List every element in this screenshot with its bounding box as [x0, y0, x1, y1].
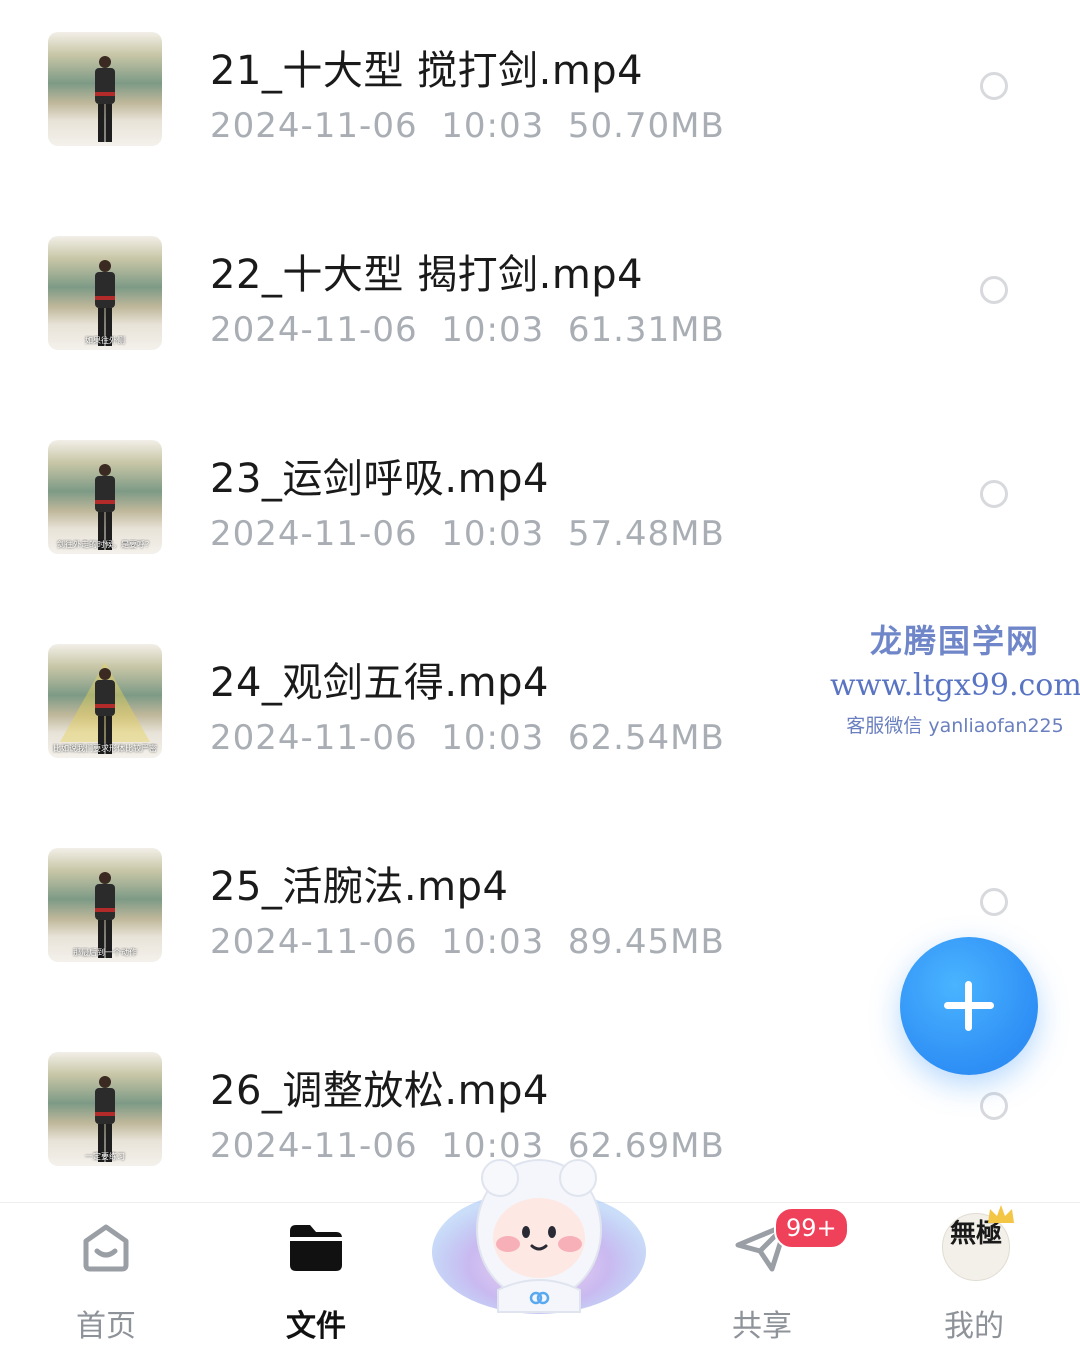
- thumbnail-figure: [95, 1076, 115, 1162]
- avatar-calligraphy: 無極: [949, 1219, 1002, 1249]
- file-meta: 2024-11-06 10:03 62.54MB: [210, 718, 725, 758]
- video-thumbnail: 比如说我们要求形体比较严密: [48, 644, 162, 758]
- file-date: 2024-11-06: [210, 310, 418, 350]
- nav-home[interactable]: 首页: [36, 1203, 176, 1365]
- file-date: 2024-11-06: [210, 106, 418, 146]
- file-size: 61.31MB: [567, 310, 725, 350]
- nav-files[interactable]: 文件: [246, 1203, 386, 1365]
- file-meta: 2024-11-06 10:03 89.45MB: [210, 922, 725, 962]
- file-date: 2024-11-06: [210, 1126, 418, 1166]
- file-time: 10:03: [441, 922, 545, 962]
- crown-icon: [988, 1205, 1014, 1223]
- thumbnail-figure: [95, 668, 115, 754]
- file-size: 89.45MB: [567, 922, 725, 962]
- file-name: 22_十大型 揭打剑.mp4: [210, 252, 644, 298]
- file-meta: 2024-11-06 10:03 57.48MB: [210, 514, 725, 554]
- file-time: 10:03: [441, 310, 545, 350]
- file-meta: 2024-11-06 10:03 61.31MB: [210, 310, 725, 350]
- select-radio[interactable]: [980, 276, 1008, 304]
- file-time: 10:03: [441, 718, 545, 758]
- add-button[interactable]: [900, 937, 1038, 1075]
- file-name: 26_调整放松.mp4: [210, 1068, 549, 1114]
- file-name: 21_十大型 搅打剑.mp4: [210, 48, 644, 94]
- nav-share-label: 共享: [732, 1309, 792, 1344]
- nav-mine-label: 我的: [944, 1309, 1004, 1344]
- folder-icon: [290, 1225, 342, 1271]
- video-thumbnail: 那最后到一个动作: [48, 848, 162, 962]
- nav-files-label: 文件: [286, 1309, 346, 1344]
- file-row[interactable]: 21_十大型 搅打剑.mp4 2024-11-06 10:03 50.70MB: [0, 32, 1080, 192]
- nav-share[interactable]: 99+ 共享: [692, 1203, 849, 1365]
- thumbnail-figure: [95, 260, 115, 346]
- file-name: 25_活腕法.mp4: [210, 864, 509, 910]
- thumbnail-caption: 那最后到一个动作: [73, 948, 137, 957]
- select-radio[interactable]: [980, 480, 1008, 508]
- thumbnail-caption: 比如说我们要求形体比较严密: [53, 744, 157, 753]
- file-name: 24_观剑五得.mp4: [210, 660, 549, 706]
- file-size: 62.54MB: [567, 718, 725, 758]
- file-row[interactable]: 如果往外侧 22_十大型 揭打剑.mp4 2024-11-06 10:03 61…: [0, 236, 1080, 396]
- thumbnail-caption: 剑往外走的时候，是要呼？: [57, 540, 153, 549]
- select-radio[interactable]: [980, 888, 1008, 916]
- file-row[interactable]: 剑往外走的时候，是要呼？ 23_运剑呼吸.mp4 2024-11-06 10:0…: [0, 440, 1080, 600]
- watermark-contact: 客服微信 yanliaofan225: [846, 715, 1064, 737]
- file-meta: 2024-11-06 10:03 50.70MB: [210, 106, 725, 146]
- file-size: 57.48MB: [567, 514, 725, 554]
- select-radio[interactable]: [980, 72, 1008, 100]
- notification-badge: 99+: [774, 1207, 849, 1249]
- video-thumbnail: 剑往外走的时候，是要呼？: [48, 440, 162, 554]
- thumbnail-caption: 一定要练习: [85, 1152, 125, 1161]
- video-thumbnail: 如果往外侧: [48, 236, 162, 350]
- thumbnail-figure: [95, 872, 115, 958]
- watermark-title: 龙腾国学网: [869, 622, 1040, 660]
- mascot-assistant-button[interactable]: [430, 1140, 648, 1320]
- watermark: 龙腾国学网 www.ltgx99.com 客服微信 yanliaofan225: [830, 616, 1080, 738]
- file-time: 10:03: [441, 514, 545, 554]
- nav-mine[interactable]: 無極 我的: [904, 1203, 1044, 1365]
- plus-icon-stroke: [965, 981, 972, 1031]
- file-name: 23_运剑呼吸.mp4: [210, 456, 549, 502]
- watermark-url: www.ltgx99.com: [830, 668, 1080, 703]
- nav-home-label: 首页: [76, 1309, 136, 1344]
- thumbnail-caption: 如果往外侧: [85, 336, 125, 345]
- file-date: 2024-11-06: [210, 922, 418, 962]
- file-date: 2024-11-06: [210, 718, 418, 758]
- select-radio[interactable]: [980, 1092, 1008, 1120]
- file-time: 10:03: [441, 106, 545, 146]
- thumbnail-figure: [95, 464, 115, 550]
- file-date: 2024-11-06: [210, 514, 418, 554]
- video-thumbnail: 一定要练习: [48, 1052, 162, 1166]
- video-thumbnail: [48, 32, 162, 146]
- thumbnail-figure: [95, 56, 115, 142]
- home-icon: [83, 1224, 129, 1272]
- file-size: 50.70MB: [567, 106, 725, 146]
